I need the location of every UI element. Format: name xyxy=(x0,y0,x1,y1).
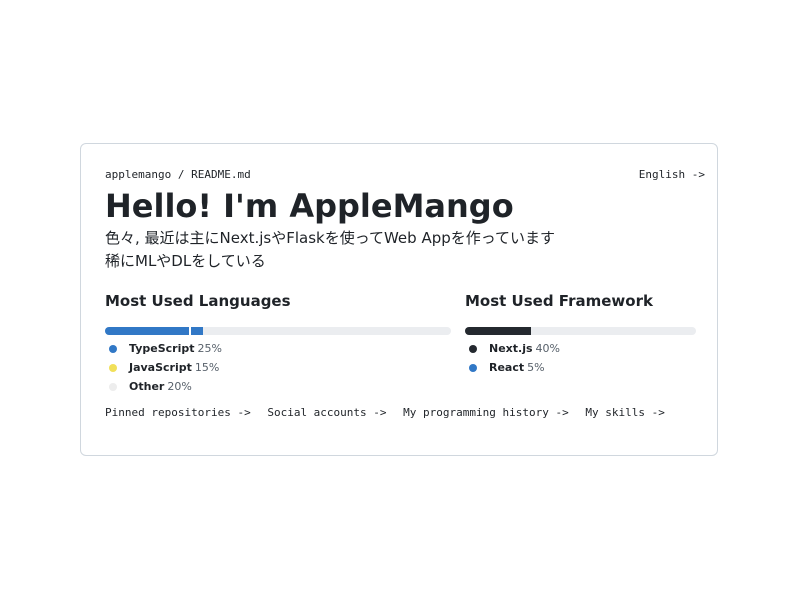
legend-label: JavaScript xyxy=(129,361,192,374)
frameworks-section: Most Used Framework Next.js 40% React 5% xyxy=(465,289,696,377)
legend-dot-icon xyxy=(109,363,117,372)
legend-percent: 20% xyxy=(167,380,192,393)
legend-item-other: Other 20% xyxy=(105,377,451,396)
legend-percent: 5% xyxy=(527,361,545,374)
readme-card: applemango / README.md English -> Hello!… xyxy=(80,143,718,456)
file-path: applemango / README.md xyxy=(105,168,251,181)
languages-bar xyxy=(105,327,451,335)
bar-segment-typescript xyxy=(105,327,189,335)
frameworks-legend: Next.js 40% React 5% xyxy=(465,339,696,377)
languages-legend: TypeScript 25% JavaScript 15% Other 20% xyxy=(105,339,451,396)
legend-item-nextjs: Next.js 40% xyxy=(465,339,696,358)
legend-item-typescript: TypeScript 25% xyxy=(105,339,451,358)
legend-label: TypeScript xyxy=(129,342,195,355)
legend-item-react: React 5% xyxy=(465,358,696,377)
legend-dot-icon xyxy=(109,382,117,391)
footer-links: Pinned repositories -> Social accounts -… xyxy=(105,406,675,419)
page-title: Hello! I'm AppleMango xyxy=(105,187,514,225)
legend-percent: 15% xyxy=(194,361,220,374)
pinned-repositories-link[interactable]: Pinned repositories -> xyxy=(105,406,251,419)
frameworks-bar xyxy=(465,327,696,335)
legend-label: Next.js xyxy=(489,342,533,355)
frameworks-heading: Most Used Framework xyxy=(465,292,653,310)
legend-percent: 40% xyxy=(535,342,560,355)
description-line-1: 色々, 最近は主にNext.jsやFlaskを使ってWeb Appを作っています xyxy=(105,229,555,247)
languages-heading: Most Used Languages xyxy=(105,292,291,310)
legend-dot-icon xyxy=(469,344,477,353)
legend-percent: 25% xyxy=(197,342,222,355)
english-link[interactable]: English -> xyxy=(639,168,705,181)
bar-segment-javascript xyxy=(191,327,203,335)
legend-label: React xyxy=(489,361,525,374)
social-accounts-link[interactable]: Social accounts -> xyxy=(267,406,386,419)
description-line-2: 稀にMLやDLをしている xyxy=(105,252,266,270)
legend-label: Other xyxy=(129,380,165,393)
programming-history-link[interactable]: My programming history -> xyxy=(403,406,569,419)
bar-segment-nextjs xyxy=(465,327,531,335)
legend-item-javascript: JavaScript 15% xyxy=(105,358,451,377)
my-skills-link[interactable]: My skills -> xyxy=(585,406,664,419)
languages-section: Most Used Languages TypeScript 25% JavaS… xyxy=(105,289,451,396)
legend-dot-icon xyxy=(109,344,117,353)
legend-dot-icon xyxy=(469,363,477,372)
